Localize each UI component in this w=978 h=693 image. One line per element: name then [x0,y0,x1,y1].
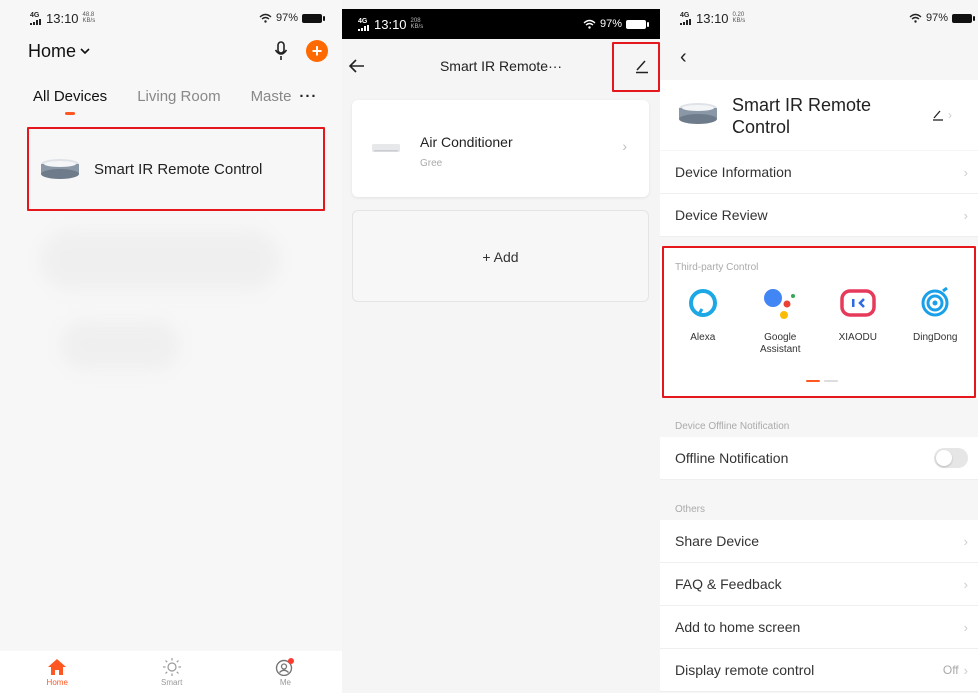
remote-screen: 4G 13:10 208 KB/s 97% Smart IR Remote···… [342,0,660,693]
air-conditioner-icon [372,144,400,152]
row-label: Device Review [675,207,768,223]
tab-master[interactable]: Maste [251,88,292,105]
more-rooms-button[interactable]: ··· [299,88,317,105]
battery-icon [952,13,975,23]
chevron-right-icon: › [963,576,968,592]
bottom-navigation: Home Smart Me [0,651,342,693]
nav-me[interactable]: Me [275,657,295,687]
row-device-review[interactable]: Device Review › [660,194,978,237]
microphone-icon[interactable] [274,41,288,61]
home-header: Home + [28,40,328,62]
status-bar: 4G 13:10 0.20 KB/s 97% [660,0,978,36]
edit-pencil-icon [933,110,943,121]
add-remote-button[interactable]: + Add [352,210,649,302]
tab-all-devices[interactable]: All Devices [33,88,107,115]
row-label: Display remote control [675,662,815,678]
network-speed: 0.20 KB/s [732,12,746,24]
device-name: Air Conditioner [420,134,513,150]
row-value: Off [942,663,959,677]
row-add-to-home-screen[interactable]: Add to home screen › [660,606,978,649]
sun-icon [162,657,181,676]
signal-icon [680,18,691,25]
highlight-box [27,127,325,211]
blurred-placeholder [60,320,180,370]
device-settings-screen: 4G 13:10 0.20 KB/s 97% ‹ Smart IR Remote… [660,0,978,693]
status-time: 13:10 [696,10,729,26]
row-share-device[interactable]: Share Device › [660,520,978,563]
status-time: 13:10 [46,10,79,26]
chevron-right-icon: › [963,619,968,635]
highlight-box [612,42,660,92]
network-speed: 208 KB/s [410,18,424,30]
row-label: Share Device [675,533,760,549]
home-screen: 4G 13:10 48.8 KB/s 97% Home + All Device… [0,0,342,693]
chevron-right-icon: › [948,108,952,122]
battery-percent: 97% [275,12,298,24]
blurred-placeholder [40,230,280,290]
device-name: Smart IR Remote Control [732,95,872,137]
nav-home-label: Home [46,677,68,687]
status-bar: 4G 13:10 48.8 KB/s 97% [0,0,342,36]
battery-icon [302,13,325,23]
room-tabs: All Devices Living Room Maste ··· [33,88,328,115]
chevron-right-icon: › [963,533,968,549]
highlight-box [662,246,976,398]
row-label: Device Information [675,164,792,180]
nav-smart[interactable]: Smart [160,657,183,687]
row-offline-notification: Offline Notification [660,437,978,480]
nav-home[interactable]: Home [47,658,68,687]
row-device-information[interactable]: Device Information › [660,151,978,194]
home-title: Home [28,40,77,61]
tab-living-room[interactable]: Living Room [137,88,220,105]
battery-percent: 97% [599,18,622,30]
add-label: + Add [482,249,519,265]
nav-smart-label: Smart [160,677,183,687]
user-icon [276,657,295,676]
rename-button[interactable]: › [932,108,952,122]
wifi-icon [583,19,596,29]
chevron-right-icon: › [963,662,968,678]
row-label: Add to home screen [675,619,801,635]
chevron-right-icon: › [622,138,627,154]
chevron-down-icon [80,48,90,54]
row-display-remote-control[interactable]: Display remote control Off › [660,649,978,692]
network-indicator: 4G [358,17,368,25]
status-bar: 4G 13:10 208 KB/s 97% [342,9,660,39]
home-icon [48,658,67,675]
device-summary-row[interactable]: Smart IR Remote Control [678,94,912,138]
row-label: Offline Notification [675,450,789,466]
nav-me-label: Me [279,677,291,687]
wifi-icon [259,13,272,23]
signal-icon [30,18,41,25]
status-time: 13:10 [374,16,407,32]
wifi-icon [909,13,922,23]
battery-icon [626,19,649,29]
add-device-button[interactable]: + [306,40,328,62]
signal-icon [358,24,369,31]
network-speed: 48.8 KB/s [82,12,96,24]
device-brand: Gree [420,158,443,169]
home-selector[interactable]: Home [28,41,90,62]
network-indicator: 4G [680,11,690,19]
network-indicator: 4G [30,11,40,19]
ir-remote-device-icon [679,103,717,124]
device-card-air-conditioner[interactable]: Air Conditioner Gree › [352,100,649,197]
chevron-right-icon: › [963,207,968,223]
section-others: Others [675,504,706,515]
back-button[interactable]: ‹ [680,46,687,69]
chevron-right-icon: › [963,164,968,180]
row-faq-feedback[interactable]: FAQ & Feedback › [660,563,978,606]
battery-percent: 97% [925,12,948,24]
row-label: FAQ & Feedback [675,576,782,592]
section-offline: Device Offline Notification [675,421,790,432]
offline-notification-toggle[interactable] [934,448,968,468]
